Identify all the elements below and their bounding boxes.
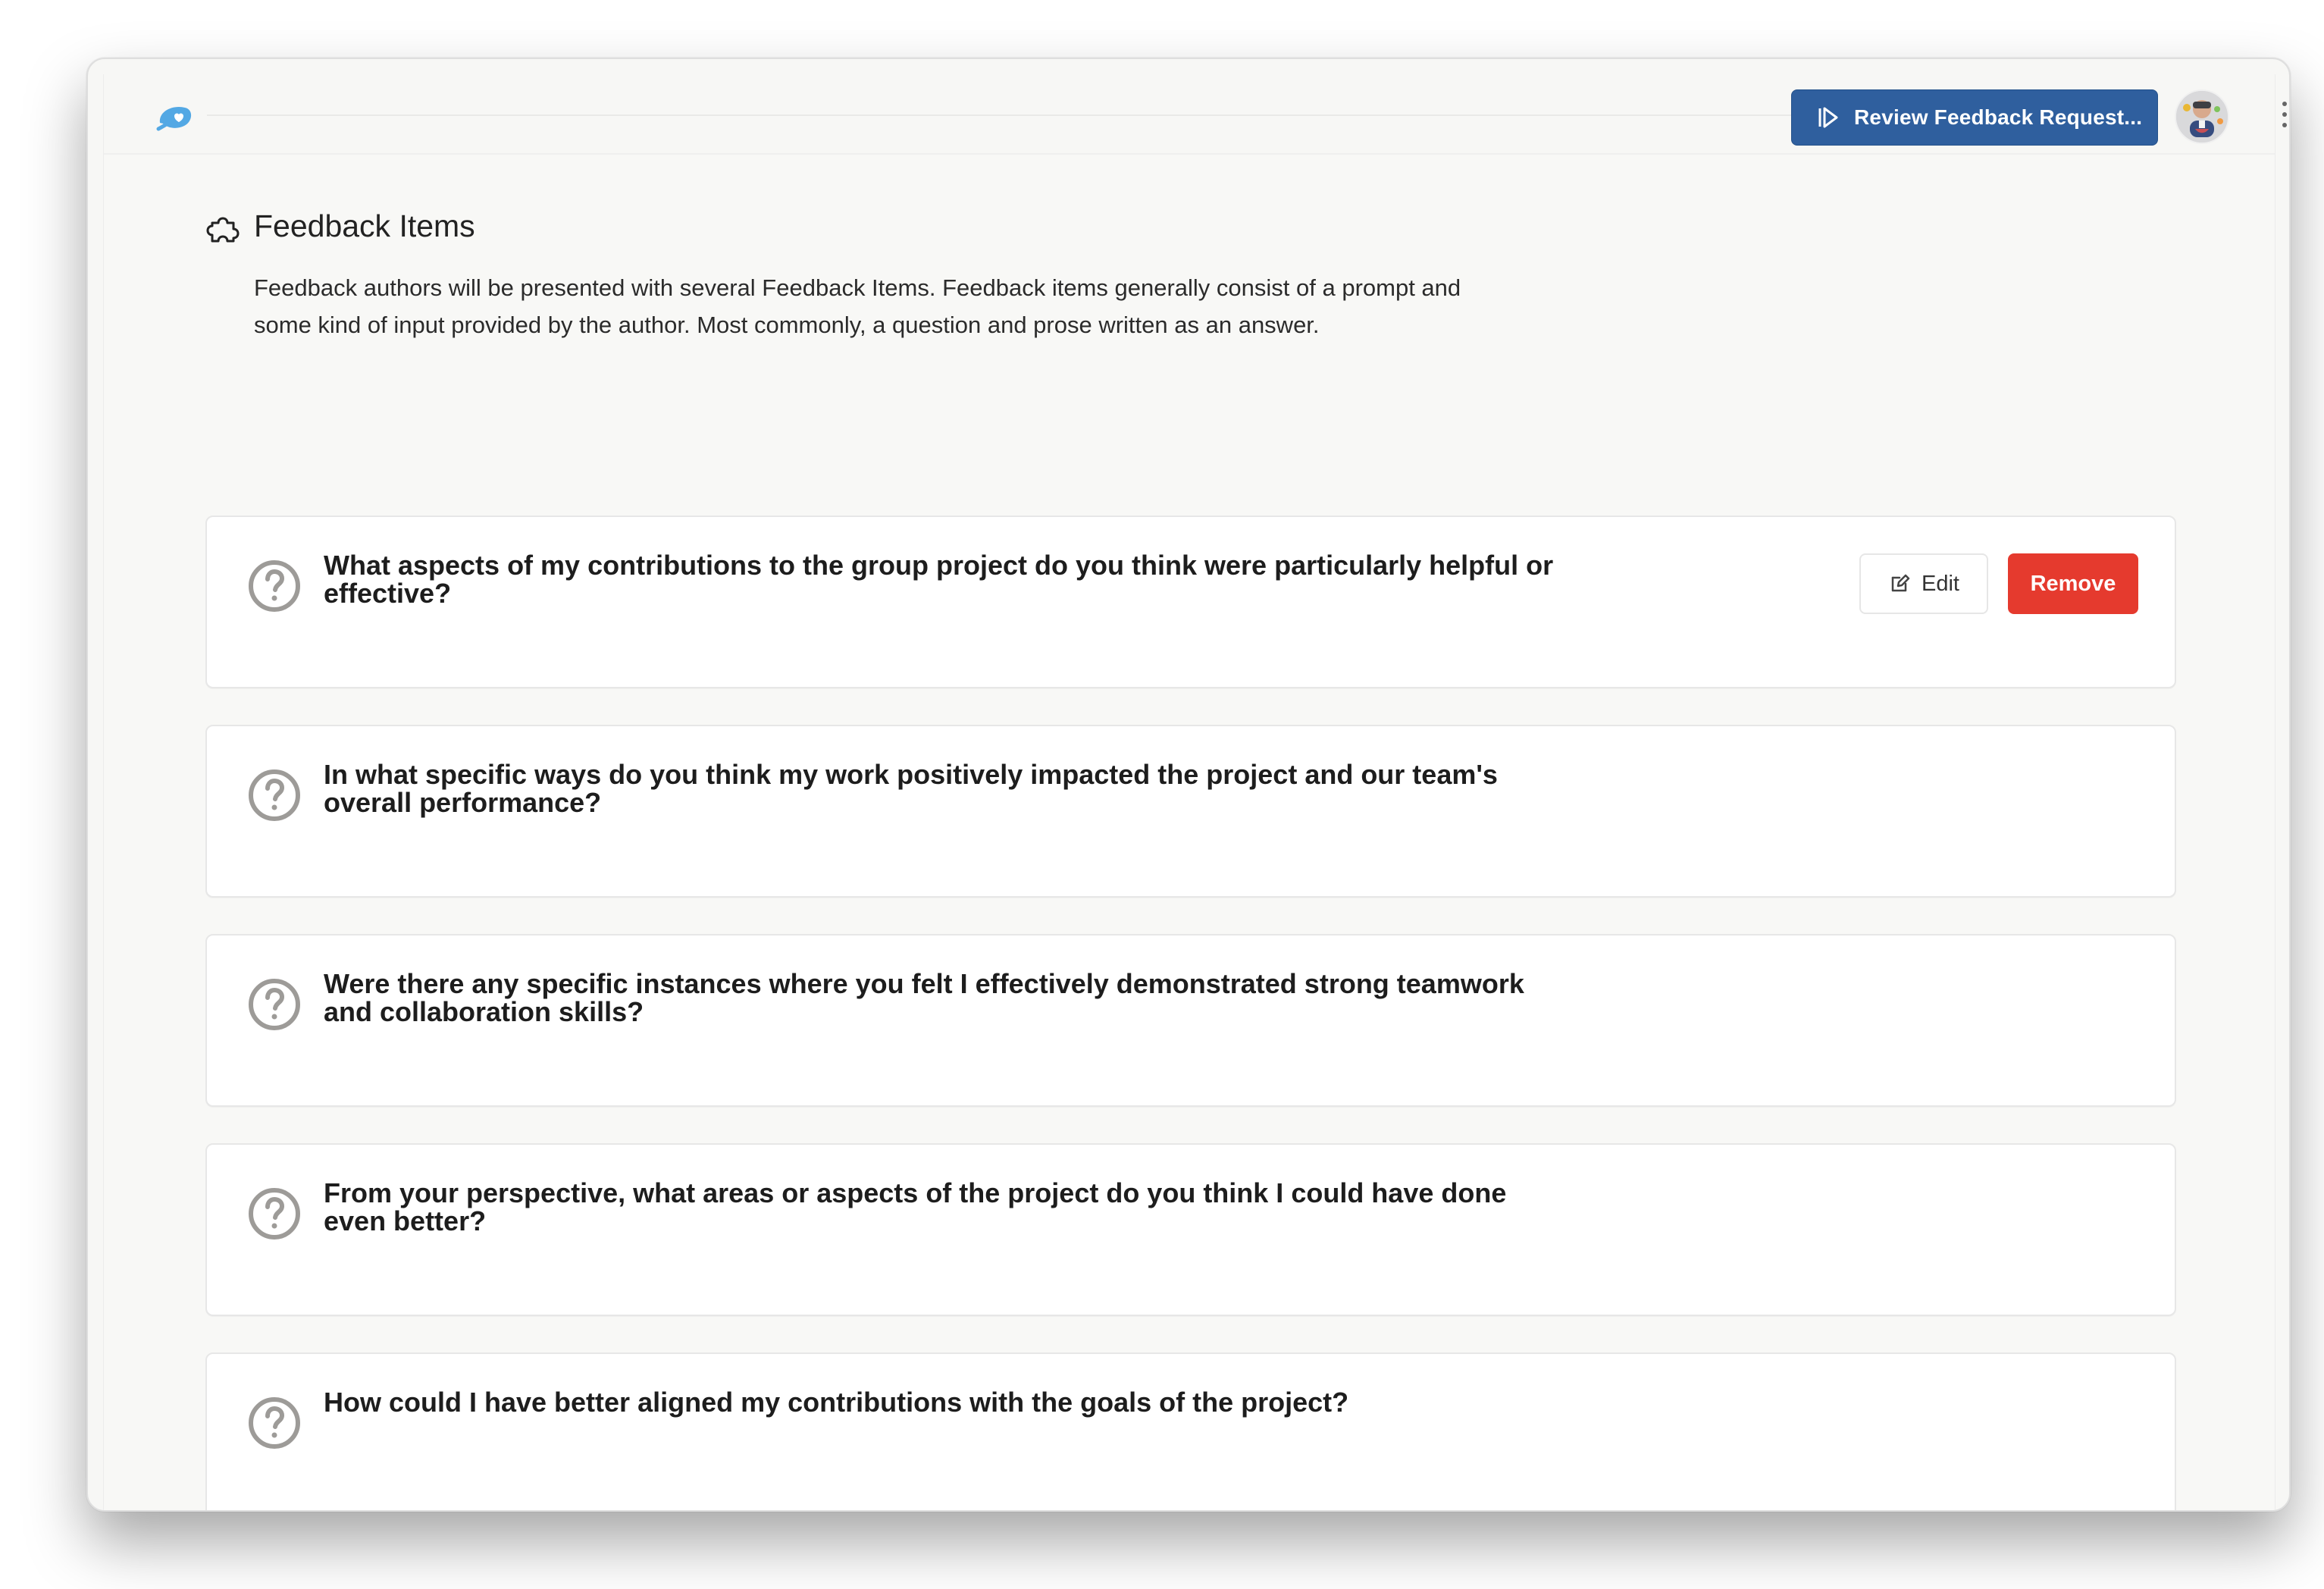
section-title: Feedback Items	[254, 208, 475, 243]
feedback-item-question: From your perspective, what areas or asp…	[324, 1177, 1507, 1236]
feedback-item-card-5: How could I have better aligned my contr…	[205, 1352, 2176, 1510]
edit-feedback-item-button[interactable]: Edit	[1859, 553, 1988, 614]
feedback-items-content: Feedback Items Feedback authors will be …	[205, 203, 2176, 1510]
remove-feedback-item-button[interactable]: Remove	[2008, 553, 2138, 614]
heart-leaf-logo-icon[interactable]	[152, 100, 195, 136]
kebab-menu-icon[interactable]	[2281, 100, 2288, 129]
app-window: Review Feedback Request... Feedback Item…	[86, 58, 2291, 1512]
feedback-item-question: In what specific ways do you think my wo…	[324, 759, 1498, 818]
puzzle-icon	[206, 217, 240, 243]
feedback-item-question: Were there any specific instances where …	[324, 968, 1524, 1027]
section-header: Feedback Items	[205, 203, 475, 249]
feedback-item-question: What aspects of my contributions to the …	[324, 550, 1554, 609]
question-circle-icon	[249, 769, 300, 821]
question-circle-icon	[249, 560, 300, 612]
feedback-item-card-1: What aspects of my contributions to the …	[205, 516, 2176, 688]
remove-button-label: Remove	[2030, 571, 2116, 596]
edit-button-label: Edit	[1922, 571, 1959, 596]
edit-icon	[1891, 574, 1910, 592]
user-avatar[interactable]	[2175, 89, 2229, 144]
review-feedback-request-button[interactable]: Review Feedback Request...	[1791, 89, 2158, 146]
review-feedback-request-label: Review Feedback Request...	[1854, 105, 2143, 129]
feedback-item-card-4: From your perspective, what areas or asp…	[205, 1143, 2176, 1316]
app-content-frame: Review Feedback Request... Feedback Item…	[103, 74, 2287, 1510]
section-description: Feedback authors will be presented with …	[254, 274, 1461, 338]
play-step-icon	[1818, 107, 1838, 128]
question-circle-icon	[249, 1188, 300, 1240]
question-circle-icon	[249, 1397, 300, 1449]
feedback-item-card-3: Were there any specific instances where …	[205, 934, 2176, 1107]
question-circle-icon	[249, 979, 300, 1030]
feedback-item-question: How could I have better aligned my contr…	[324, 1387, 1349, 1418]
feedback-item-card-2: In what specific ways do you think my wo…	[205, 725, 2176, 898]
top-bar: Review Feedback Request...	[104, 74, 2287, 155]
